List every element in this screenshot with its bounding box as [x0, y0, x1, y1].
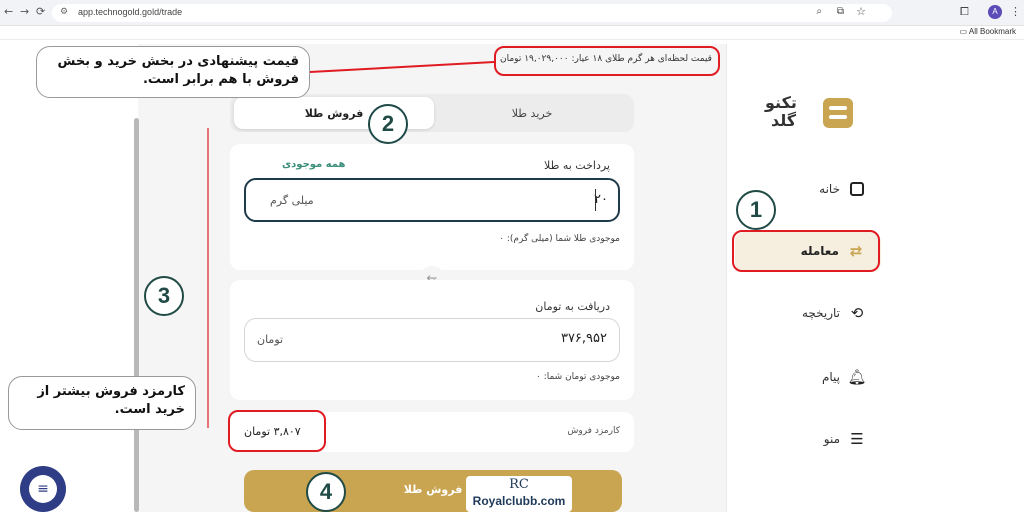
step-2-marker: 2 — [368, 104, 408, 144]
callout-fee-note: کارمزد فروش بیشتر از خرید است. — [8, 376, 196, 430]
trade-highlight — [732, 230, 880, 272]
price-highlight — [494, 46, 720, 76]
fee-highlight — [228, 410, 326, 452]
callout-price-note: قیمت پیشنهادی در بخش خرید و بخش فروش با … — [36, 46, 310, 98]
step-3-marker: 3 — [144, 276, 184, 316]
step-4-marker: 4 — [306, 472, 346, 512]
step-1-marker: 1 — [736, 190, 776, 230]
